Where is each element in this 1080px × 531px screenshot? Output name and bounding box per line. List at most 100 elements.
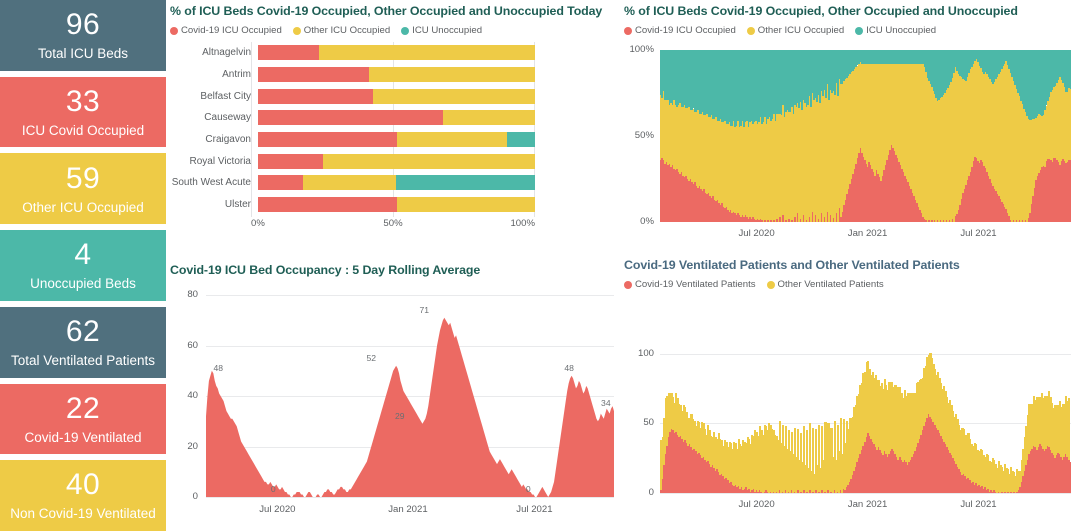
legend-item[interactable]: Other ICU Occupied xyxy=(746,25,844,36)
ts-y-tick: 80 xyxy=(187,289,198,300)
legend-ventilated-patients: Covid-19 Ventilated Patients Other Ventil… xyxy=(624,279,1076,290)
hbar-track xyxy=(258,197,535,213)
legend-item[interactable]: Other Ventilated Patients xyxy=(766,279,884,290)
kpi-label: Total Ventilated Patients xyxy=(10,352,156,368)
rolling-data-label: 29 xyxy=(395,410,405,421)
ts-x-tick: Jul 2021 xyxy=(960,228,997,239)
legend-label: ICU Unoccupied xyxy=(412,25,483,36)
ts-y-tick: 0 xyxy=(192,491,198,502)
legend-label: ICU Unoccupied xyxy=(866,25,937,36)
hbar-x-axis: 0% 50% 100% xyxy=(251,217,535,231)
kpi-value: 96 xyxy=(65,8,101,42)
legend-item[interactable]: Other ICU Occupied xyxy=(292,25,390,36)
hbar-segment[interactable] xyxy=(369,67,535,83)
hbar-segment[interactable] xyxy=(319,45,535,61)
hbar-category-label: Causeway xyxy=(204,112,251,124)
plot-area xyxy=(660,50,1071,222)
hbar-row[interactable]: Altnagelvin xyxy=(170,42,535,64)
ts-y-tick: 40 xyxy=(187,390,198,401)
kpi-value: 40 xyxy=(65,468,101,502)
hbar-segment[interactable] xyxy=(258,45,320,61)
hbar-segment[interactable] xyxy=(303,175,397,191)
kpi-label: Other ICU Occupied xyxy=(22,199,144,215)
kpi-tile-covid-19-ventilated[interactable]: 22 Covid-19 Ventilated xyxy=(0,383,166,455)
legend-label: Covid-19 ICU Occupied xyxy=(181,25,282,36)
hbar-row[interactable]: South West Acute xyxy=(170,172,535,194)
rolling-data-label: 48 xyxy=(564,362,574,373)
kpi-value: 59 xyxy=(65,161,101,195)
hbar-category-label: Antrim xyxy=(222,69,251,81)
hbar-x-tick: 0% xyxy=(251,218,265,229)
ts-x-tick: Jul 2020 xyxy=(259,504,296,515)
ts-segment xyxy=(1069,88,1071,161)
hbar-segment[interactable] xyxy=(258,67,370,83)
rolling-area-svg xyxy=(206,317,614,497)
legend-item[interactable]: ICU Unoccupied xyxy=(401,25,482,36)
hbar-row[interactable]: Belfast City xyxy=(170,85,535,107)
ts-y-tick: 0% xyxy=(640,216,654,227)
legend-swatch-icon xyxy=(746,26,755,35)
kpi-value: 62 xyxy=(65,314,101,348)
ts-x-tick: Jan 2021 xyxy=(847,499,888,510)
legend-item[interactable]: ICU Unoccupied xyxy=(855,25,936,36)
hbar-segment[interactable] xyxy=(258,88,374,104)
panel-icu-beds-today: % of ICU Beds Covid-19 Occupied, Other O… xyxy=(170,4,620,254)
hbar-x-tick: 50% xyxy=(383,218,403,229)
ts-x-tick: Jul 2021 xyxy=(960,499,997,510)
hbar-segment[interactable] xyxy=(373,88,535,104)
kpi-label: Unoccupied Beds xyxy=(30,276,136,292)
hbar-segment[interactable] xyxy=(443,110,535,126)
kpi-tile-icu-covid-occupied[interactable]: 33 ICU Covid Occupied xyxy=(0,76,166,148)
hbar-row[interactable]: Royal Victoria xyxy=(170,150,535,172)
rolling-area-path xyxy=(206,317,614,497)
hbar-segment[interactable] xyxy=(258,153,324,169)
legend-item[interactable]: Covid-19 ICU Occupied xyxy=(624,25,736,36)
hbar-segment[interactable] xyxy=(396,132,508,148)
hbar-segment[interactable] xyxy=(258,175,304,191)
kpi-tile-non-covid-19-ventilated[interactable]: 40 Non Covid-19 Ventilated xyxy=(0,460,166,531)
rolling-data-label: 0 xyxy=(270,484,276,494)
kpi-tile-total-icu-beds[interactable]: 96 Total ICU Beds xyxy=(0,0,166,71)
legend-swatch-icon xyxy=(624,280,632,289)
panel-title-ventilated-patients: Covid-19 Ventilated Patients and Other V… xyxy=(624,258,960,272)
rolling-data-label: 52 xyxy=(366,352,377,363)
hbar-track xyxy=(258,67,535,83)
hbar-row[interactable]: Causeway xyxy=(170,107,535,129)
kpi-tile-total-ventilated-patients[interactable]: 62 Total Ventilated Patients xyxy=(0,306,166,378)
hbar-track xyxy=(258,110,535,126)
legend-item[interactable]: Covid-19 Ventilated Patients xyxy=(624,279,756,290)
pct-timeseries-plot: 0% 50% 100% Jul 2020 Jan 2021 Jul 2021 xyxy=(624,44,1076,244)
legend-swatch-icon xyxy=(292,26,301,35)
ts-y-tick: 50% xyxy=(634,130,654,141)
hbar-category-label: Ulster xyxy=(224,199,251,211)
hbar-category-label: Altnagelvin xyxy=(202,47,251,59)
kpi-tile-unoccupied-beds[interactable]: 4 Unoccupied Beds xyxy=(0,230,166,301)
hbar-segment[interactable] xyxy=(507,132,535,148)
hbar-segment[interactable] xyxy=(396,197,535,213)
hbar-row[interactable]: Craigavon xyxy=(170,129,535,151)
hbar-track xyxy=(258,88,535,104)
legend-icu-beds-today: Covid-19 ICU Occupied Other ICU Occupied I… xyxy=(170,25,620,36)
legend-label: Other Ventilated Patients xyxy=(777,279,884,290)
ts-segment xyxy=(1069,50,1071,89)
rolling-data-label: 48 xyxy=(213,362,224,373)
rolling-data-label: 71 xyxy=(419,304,430,315)
hbar-segment[interactable] xyxy=(258,132,397,148)
kpi-value: 4 xyxy=(74,238,92,272)
hbar-segment[interactable] xyxy=(323,153,535,169)
hbar-row[interactable]: Ulster xyxy=(170,194,535,216)
panel-icu-beds-timeseries: % of ICU Beds Covid-19 Occupied, Other O… xyxy=(624,4,1076,256)
hbar-track xyxy=(258,175,535,191)
kpi-label: Covid-19 Ventilated xyxy=(24,429,142,445)
hbar-segment[interactable] xyxy=(258,197,397,213)
ts-y-tick: 20 xyxy=(187,440,198,452)
hbar-row[interactable]: Antrim xyxy=(170,64,535,86)
hbar-track xyxy=(258,45,535,61)
kpi-column: 96 Total ICU Beds 33 ICU Covid Occupied 59 Ot… xyxy=(0,0,166,531)
kpi-tile-other-icu-occupied[interactable]: 59 Other ICU Occupied xyxy=(0,153,166,225)
legend-item[interactable]: Covid-19 ICU Occupied xyxy=(170,25,282,36)
hbar-segment[interactable] xyxy=(396,175,535,191)
hbar-segment[interactable] xyxy=(258,110,444,126)
hbar-category-label: Royal Victoria xyxy=(189,155,251,167)
ts-y-tick: 0 xyxy=(648,487,654,498)
